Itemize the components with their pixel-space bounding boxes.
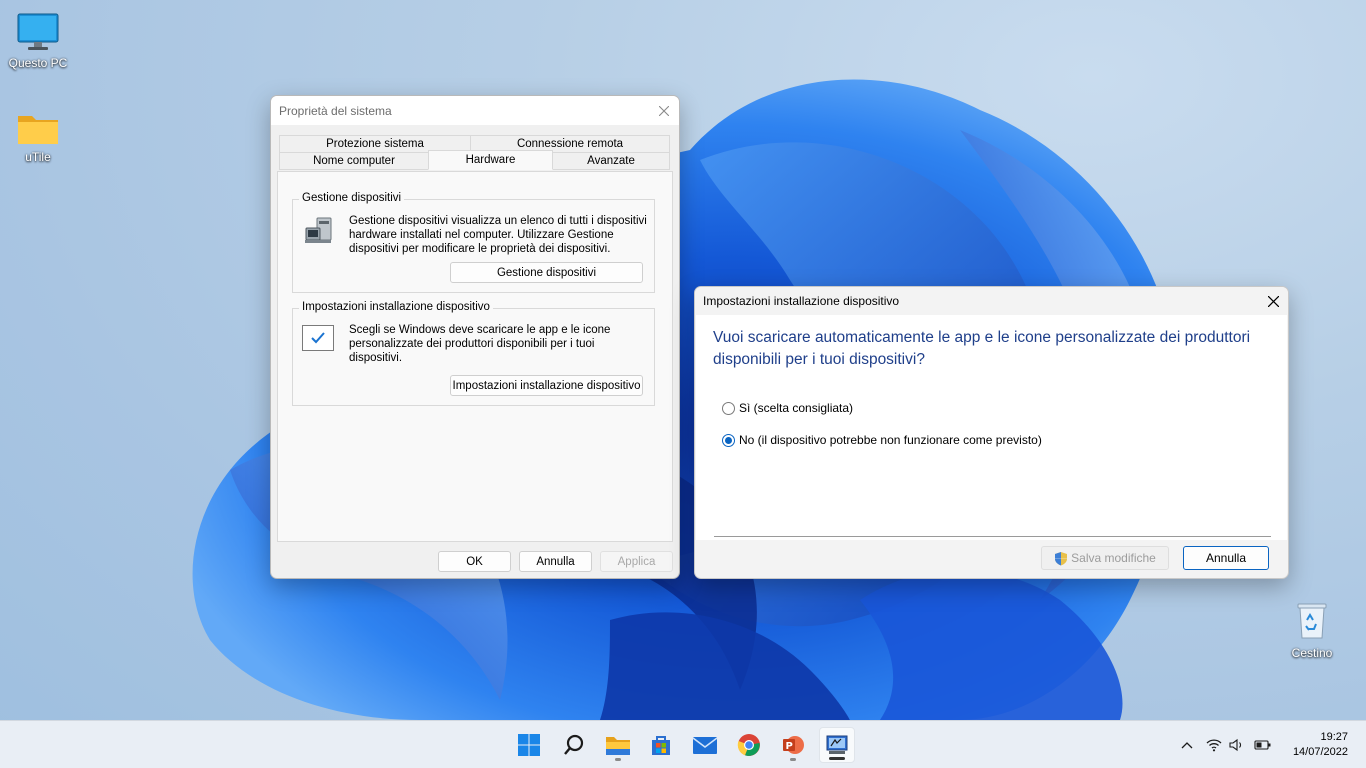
recycle-bin-icon <box>1297 603 1327 639</box>
save-changes-label: Salva modifiche <box>1071 551 1156 565</box>
monitor-icon <box>17 13 59 50</box>
taskbar-store[interactable] <box>643 727 679 763</box>
dialog-question: Vuoi scaricare automaticamente le app e … <box>713 329 1251 368</box>
close-button[interactable] <box>649 96 679 125</box>
chevron-up-icon <box>1181 742 1193 749</box>
radio-option-no[interactable]: No (il dispositivo potrebbe non funziona… <box>722 433 1042 447</box>
close-button[interactable] <box>1258 287 1288 316</box>
taskbar-chrome[interactable] <box>731 727 767 763</box>
device-manager-group: Gestione dispositivi Gestione dispositiv… <box>292 192 655 293</box>
desktop-icon-label: uTile <box>25 150 51 164</box>
radio-button-selected[interactable] <box>722 433 735 447</box>
close-icon <box>659 105 669 116</box>
radio-button[interactable] <box>722 401 735 415</box>
tab-computer-name[interactable]: Nome computer <box>279 152 429 170</box>
file-explorer-icon <box>606 737 630 755</box>
clock-time: 19:27 <box>1320 731 1348 743</box>
start-icon <box>518 734 540 756</box>
desktop-icon-label: Questo PC <box>8 56 68 70</box>
running-indicator <box>829 757 845 760</box>
taskbar-mail[interactable] <box>687 727 723 763</box>
taskbar-powerpoint[interactable]: P <box>775 727 811 763</box>
tab-hardware[interactable]: Hardware <box>428 150 553 170</box>
tab-advanced[interactable]: Avanzate <box>552 152 670 170</box>
device-manager-icon <box>305 217 332 243</box>
desktop-icon-utile[interactable]: uTile <box>0 110 76 164</box>
volume-button[interactable] <box>1227 735 1247 755</box>
taskbar-file-explorer[interactable] <box>600 727 636 763</box>
speaker-icon <box>1229 738 1242 752</box>
desktop-icon-label: Cestino <box>1291 646 1333 660</box>
group-title: Impostazioni installazione dispositivo <box>299 301 493 313</box>
battery-charging-icon <box>1254 740 1271 750</box>
separator <box>714 536 1271 537</box>
chrome-icon <box>737 734 760 756</box>
save-changes-button[interactable]: Salva modifiche <box>1041 546 1169 570</box>
window-title: Proprietà del sistema <box>279 103 392 118</box>
device-manager-button[interactable]: Gestione dispositivi <box>450 262 643 283</box>
battery-button[interactable] <box>1253 735 1273 755</box>
device-install-group: Impostazioni installazione dispositivo S… <box>292 301 655 406</box>
wifi-icon <box>1206 739 1222 752</box>
cancel-button[interactable]: Annulla <box>519 551 592 572</box>
start-button[interactable] <box>511 727 547 763</box>
running-indicator <box>615 758 621 761</box>
system-properties-titlebar[interactable]: Proprietà del sistema <box>271 96 679 125</box>
device-install-dialog: Impostazioni installazione dispositivo V… <box>694 286 1289 579</box>
hardware-tab-panel: Gestione dispositivi Gestione dispositiv… <box>277 171 673 542</box>
folder-icon <box>18 116 58 144</box>
tab-strip: Protezione sistema Connessione remota No… <box>279 135 671 171</box>
device-install-titlebar[interactable]: Impostazioni installazione dispositivo <box>695 287 1288 315</box>
taskbar-clock[interactable]: 19:27 14/07/2022 <box>1293 730 1348 760</box>
desktop-icon-this-pc[interactable]: Questo PC <box>0 12 76 70</box>
apply-button[interactable]: Applica <box>600 551 673 572</box>
radio-label: No (il dispositivo potrebbe non funziona… <box>739 433 1042 447</box>
clock-date: 14/07/2022 <box>1292 746 1348 758</box>
close-icon <box>1267 296 1279 307</box>
ok-button[interactable]: OK <box>438 551 511 572</box>
svg-text:P: P <box>786 741 793 752</box>
show-hidden-icons-button[interactable] <box>1177 735 1197 755</box>
checkmark-icon <box>311 332 325 344</box>
store-icon <box>652 736 670 755</box>
system-properties-icon <box>826 735 848 754</box>
mail-icon <box>692 737 718 754</box>
taskbar-system-properties[interactable] <box>819 727 855 763</box>
taskbar: P 19:27 14/07/2022 <box>0 720 1366 768</box>
dialog-cancel-button[interactable]: Annulla <box>1183 546 1269 570</box>
network-button[interactable] <box>1204 735 1224 755</box>
shield-icon <box>1055 551 1068 565</box>
device-install-description: Scegli se Windows deve scaricare le app … <box>349 324 611 364</box>
search-icon <box>564 734 584 755</box>
system-properties-window: Proprietà del sistema Protezione sistema… <box>270 95 680 579</box>
taskbar-search-button[interactable] <box>556 727 592 763</box>
device-manager-description: Gestione dispositivi visualizza un elenc… <box>349 215 647 255</box>
device-install-settings-button[interactable]: Impostazioni installazione dispositivo <box>450 375 643 396</box>
dialog-title: Impostazioni installazione dispositivo <box>703 294 900 308</box>
radio-label: Sì (scelta consigliata) <box>739 401 854 415</box>
device-install-icon <box>302 325 334 351</box>
dialog-body: Vuoi scaricare automaticamente le app e … <box>696 315 1287 540</box>
desktop-icon-recycle-bin[interactable]: Cestino <box>1274 598 1350 660</box>
group-title: Gestione dispositivi <box>299 192 405 204</box>
running-indicator <box>790 758 796 761</box>
powerpoint-icon: P <box>783 736 804 754</box>
radio-option-yes[interactable]: Sì (scelta consigliata) <box>722 401 853 415</box>
